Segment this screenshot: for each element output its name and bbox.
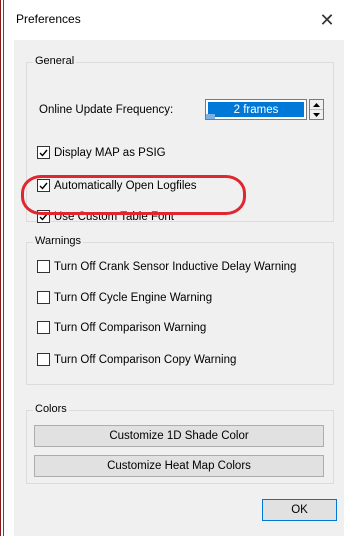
online-update-value: 2 frames: [208, 102, 304, 117]
ok-button[interactable]: OK: [262, 499, 337, 521]
general-group-label: General: [33, 55, 77, 67]
warning-comparison-copy-checkbox[interactable]: [37, 353, 50, 366]
checkmark-icon: [39, 182, 48, 190]
arrow-down-icon: [313, 113, 320, 117]
spin-up-button[interactable]: [310, 100, 323, 110]
checkmark-icon: [39, 213, 48, 221]
warning-comparison-copy-label: Turn Off Comparison Copy Warning: [54, 353, 237, 366]
customize-heat-map-colors-button[interactable]: Customize Heat Map Colors: [34, 455, 324, 477]
online-update-input[interactable]: 2 frames: [205, 99, 307, 120]
warning-comparison-label: Turn Off Comparison Warning: [54, 321, 207, 334]
display-map-checkbox[interactable]: [37, 146, 50, 159]
auto-open-checkbox[interactable]: [37, 179, 50, 192]
colors-group-label: Colors: [33, 403, 69, 415]
warning-comparison-checkbox[interactable]: [37, 321, 50, 334]
warning-cycle-row[interactable]: Turn Off Cycle Engine Warning: [37, 291, 212, 304]
title-bar: Preferences ✕: [6, 0, 345, 40]
warning-comparison-row[interactable]: Turn Off Comparison Warning: [37, 321, 206, 334]
warning-comparison-copy-row[interactable]: Turn Off Comparison Copy Warning: [37, 353, 236, 366]
warning-crank-checkbox[interactable]: [37, 260, 50, 273]
general-group: General Online Update Frequency: 2 frame…: [26, 55, 334, 223]
online-update-spinner[interactable]: [309, 99, 324, 120]
dialog-title: Preferences: [16, 12, 81, 26]
close-icon: ✕: [319, 9, 335, 30]
checkmark-icon: [39, 149, 48, 157]
warnings-group: Warnings Turn Off Crank Sensor Inductive…: [26, 235, 334, 385]
auto-open-label: Automatically Open Logfiles: [54, 179, 197, 192]
warning-cycle-label: Turn Off Cycle Engine Warning: [54, 291, 213, 304]
colors-group: Colors Customize 1D Shade Color Customiz…: [26, 403, 334, 484]
custom-font-checkbox[interactable]: [37, 210, 50, 223]
display-map-label: Display MAP as PSIG: [54, 146, 166, 159]
dialog-client-area: General Online Update Frequency: 2 frame…: [14, 40, 344, 536]
warnings-group-label: Warnings: [33, 235, 84, 247]
customize-shade-color-button[interactable]: Customize 1D Shade Color: [34, 425, 324, 447]
custom-font-checkbox-row[interactable]: Use Custom Table Font: [37, 210, 174, 223]
spin-down-button[interactable]: [310, 110, 323, 120]
warning-cycle-checkbox[interactable]: [37, 291, 50, 304]
warning-crank-label: Turn Off Crank Sensor Inductive Delay Wa…: [54, 260, 297, 273]
warning-crank-row[interactable]: Turn Off Crank Sensor Inductive Delay Wa…: [37, 260, 296, 273]
background-window-edge: [0, 0, 4, 536]
preferences-dialog: Preferences ✕ General Online Update Freq…: [6, 0, 345, 536]
auto-open-checkbox-row[interactable]: Automatically Open Logfiles: [37, 179, 197, 192]
arrow-up-icon: [313, 102, 320, 107]
online-update-label: Online Update Frequency:: [39, 104, 174, 116]
custom-font-label: Use Custom Table Font: [54, 210, 174, 223]
display-map-checkbox-row[interactable]: Display MAP as PSIG: [37, 146, 166, 159]
field-scroll-thumb: [206, 114, 215, 119]
close-button[interactable]: ✕: [313, 6, 341, 34]
